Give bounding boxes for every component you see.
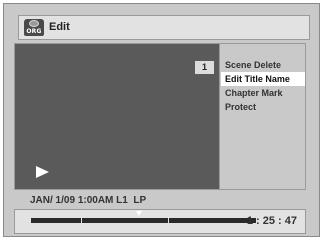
progress-track[interactable] xyxy=(31,211,256,223)
recording-time: 1:00AM xyxy=(77,195,114,206)
menu-item-edit-title-name[interactable]: Edit Title Name xyxy=(221,72,305,86)
edit-menu: Scene Delete Edit Title Name Chapter Mar… xyxy=(219,44,305,189)
recording-date: JAN/ 1/09 xyxy=(30,195,76,206)
original-disc-icon: ORG xyxy=(24,19,44,36)
title-bar: ORG Edit xyxy=(18,15,310,40)
page-title: Edit xyxy=(49,21,70,33)
chapter-counter: 1 xyxy=(195,61,214,74)
recording-channel: L1 xyxy=(116,195,128,206)
menu-item-protect[interactable]: Protect xyxy=(221,100,305,114)
position-marker xyxy=(136,211,142,216)
menu-item-chapter-mark[interactable]: Chapter Mark xyxy=(221,86,305,100)
edit-content-panel: 1 Scene Delete Edit Title Name Chapter M… xyxy=(14,43,306,190)
chapter-mark-tick xyxy=(168,218,170,223)
video-preview: 1 xyxy=(15,44,219,189)
playback-bar: 1 : 25 : 47 xyxy=(14,209,306,234)
elapsed-time: 1 : 25 : 47 xyxy=(246,215,297,227)
recording-info: JAN/ 1/09 1:00AM L1 LP xyxy=(30,195,146,206)
menu-item-scene-delete[interactable]: Scene Delete xyxy=(221,58,305,72)
org-icon-label: ORG xyxy=(26,28,42,35)
recording-mode: LP xyxy=(133,195,147,206)
disc-icon xyxy=(29,20,39,27)
chapter-mark-tick xyxy=(80,218,82,223)
play-icon xyxy=(36,166,49,178)
